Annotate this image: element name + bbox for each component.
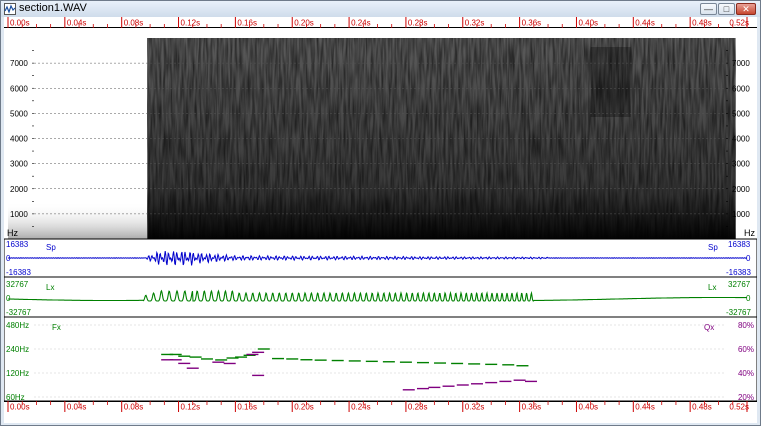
fx-name-label: Fx: [52, 323, 61, 332]
larynx-waveform-panel[interactable]: 32767 0 -32767 Lx Lx 32767 0 -32767: [4, 276, 757, 318]
time-tick-label: 0.04s: [67, 403, 87, 412]
time-tick-label: 0.52s: [729, 19, 749, 28]
lx-max-label-left: 32767: [6, 280, 29, 289]
time-tick-label: 0.08s: [124, 19, 144, 28]
time-tick-label: 0.12s: [181, 403, 201, 412]
speech-waveform-panel[interactable]: 16383 0 -16383 Sp Sp 16383 0 -16383: [4, 238, 757, 278]
spectrogram-panel[interactable]: 1000 2000 3000 4000 5000 6000 7000 1000 2000 300…: [4, 28, 757, 239]
time-tick-label: 0.20s: [294, 403, 314, 412]
frequency-label: 5000: [732, 109, 750, 118]
maximize-button[interactable]: □: [718, 3, 735, 15]
sp-min-label-right: -16383: [726, 268, 751, 277]
analysis-area: 0.00s 0.04s 0.08s 0.12s 0.16s 0.20s 0.24s 0.28s…: [4, 17, 757, 423]
sp-zero-label-right: 0: [746, 254, 751, 263]
sp-zero-label-left: 0: [6, 254, 11, 263]
lx-min-label-right: -32767: [726, 308, 751, 317]
sp-max-label-right: 16383: [728, 240, 751, 249]
waveform-app-icon: [4, 3, 16, 15]
top-time-axis: 0.00s 0.04s 0.08s 0.12s 0.16s 0.20s 0.24s 0.28s…: [4, 17, 757, 28]
qx-axis-label: 80%: [738, 321, 754, 330]
minimize-icon: —: [704, 4, 713, 14]
title-bar[interactable]: section1.WAV — □ ✕: [1, 1, 760, 17]
time-tick-label: 0.16s: [237, 403, 257, 412]
frequency-label: 6000: [732, 84, 750, 93]
time-tick-label: 0.40s: [578, 403, 598, 412]
time-tick-label: 0.20s: [294, 19, 314, 28]
window-title: section1.WAV: [19, 2, 87, 14]
lx-min-label-left: -32767: [6, 308, 31, 317]
hz-unit-right: Hz: [744, 228, 755, 238]
sp-max-label-left: 16383: [6, 240, 29, 249]
fx-axis-label: 60Hz: [6, 393, 25, 402]
sp-min-label-left: -16383: [6, 268, 31, 277]
lx-name-right: Lx: [708, 283, 716, 292]
time-tick-label: 0.36s: [522, 403, 542, 412]
lx-zero-label-left: 0: [6, 294, 11, 303]
qx-axis-label: 40%: [738, 369, 754, 378]
time-tick-label: 0.00s: [10, 19, 30, 28]
maximize-icon: □: [723, 4, 730, 14]
pitch-track-panel[interactable]: 60Hz 120Hz 240Hz 480Hz 20% 40% 60% 80% Fx Qx: [4, 316, 757, 402]
frequency-label: 5000: [10, 109, 28, 118]
frequency-label: 2000: [732, 185, 750, 194]
frequency-label: 4000: [10, 135, 28, 144]
time-tick-label: 0.28s: [408, 19, 428, 28]
time-tick-label: 0.24s: [351, 19, 371, 28]
qx-axis-label: 20%: [738, 393, 754, 402]
time-tick-label: 0.08s: [124, 403, 144, 412]
bottom-time-axis: 0.00s 0.04s 0.08s 0.12s 0.16s 0.20s 0.24s 0.28s…: [4, 401, 757, 412]
time-tick-label: 0.36s: [522, 19, 542, 28]
time-tick-label: 0.48s: [692, 403, 712, 412]
frequency-label: 4000: [732, 135, 750, 144]
time-tick-label: 0.44s: [635, 403, 655, 412]
time-tick-label: 0.40s: [578, 19, 598, 28]
time-tick-label: 0.24s: [351, 403, 371, 412]
time-tick-label: 0.48s: [692, 19, 712, 28]
fx-axis-label: 480Hz: [6, 321, 29, 330]
close-icon: ✕: [742, 4, 750, 14]
analysis-plot[interactable]: 0.00s 0.04s 0.08s 0.12s 0.16s 0.20s 0.24s 0.28s…: [4, 17, 757, 423]
time-tick-label: 0.32s: [465, 403, 485, 412]
frequency-label: 6000: [10, 84, 28, 93]
frequency-label: 2000: [10, 185, 28, 194]
time-tick-label: 0.52s: [729, 403, 749, 412]
fx-axis-label: 240Hz: [6, 345, 29, 354]
frequency-label: 1000: [732, 210, 750, 219]
lx-zero-label-right: 0: [746, 294, 751, 303]
frequency-label: 1000: [10, 210, 28, 219]
lx-name-left: Lx: [46, 283, 54, 292]
time-tick-label: 0.00s: [10, 403, 30, 412]
time-tick-label: 0.32s: [465, 19, 485, 28]
close-button[interactable]: ✕: [736, 3, 756, 15]
sp-name-left: Sp: [46, 243, 56, 252]
time-tick-label: 0.44s: [635, 19, 655, 28]
sp-name-right: Sp: [708, 243, 718, 252]
qx-name-label: Qx: [704, 323, 714, 332]
time-tick-label: 0.12s: [181, 19, 201, 28]
frequency-label: 3000: [10, 160, 28, 169]
minimize-button[interactable]: —: [700, 3, 717, 15]
lx-max-label-right: 32767: [728, 280, 751, 289]
time-tick-label: 0.04s: [67, 19, 87, 28]
time-tick-label: 0.16s: [237, 19, 257, 28]
fx-axis-label: 120Hz: [6, 369, 29, 378]
frequency-label: 3000: [732, 160, 750, 169]
frequency-label: 7000: [10, 59, 28, 68]
frequency-label: 7000: [732, 59, 750, 68]
hz-unit-left: Hz: [7, 228, 18, 238]
time-tick-label: 0.28s: [408, 403, 428, 412]
app-window: section1.WAV — □ ✕ 0.00s 0.04s 0.08s 0.1…: [0, 0, 761, 426]
qx-axis-label: 60%: [738, 345, 754, 354]
